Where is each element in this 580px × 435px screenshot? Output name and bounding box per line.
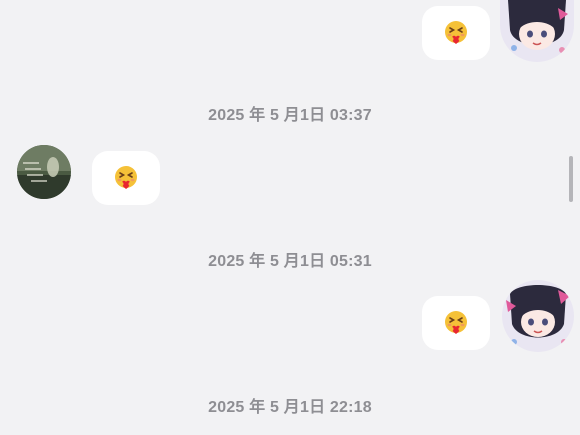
scrollbar-thumb[interactable] bbox=[569, 156, 573, 202]
heart-hug-emoji-icon bbox=[445, 21, 467, 44]
my-avatar[interactable] bbox=[500, 0, 574, 62]
message-timestamp: 2025 年 5 月1日 05:31 bbox=[208, 253, 372, 270]
message-bubble-outgoing[interactable] bbox=[422, 296, 490, 350]
heart-hug-emoji-icon bbox=[115, 166, 137, 189]
message-timestamp: 2025 年 5 月1日 22:18 bbox=[208, 399, 372, 416]
message-bubble-incoming[interactable] bbox=[92, 151, 160, 205]
anime-avatar-icon bbox=[500, 0, 574, 62]
contact-avatar[interactable] bbox=[17, 145, 71, 199]
message-timestamp: 2025 年 5 月1日 03:37 bbox=[208, 107, 372, 124]
message-bubble-outgoing[interactable] bbox=[422, 6, 490, 60]
heart-hug-emoji-icon bbox=[445, 311, 467, 334]
my-avatar[interactable] bbox=[502, 280, 574, 352]
anime-avatar-icon bbox=[502, 280, 574, 352]
contact-photo-icon bbox=[17, 145, 71, 199]
chat-thread[interactable]: 2025 年 5 月1日 03:37 2025 年 5 月1日 05:31 20… bbox=[0, 0, 580, 435]
